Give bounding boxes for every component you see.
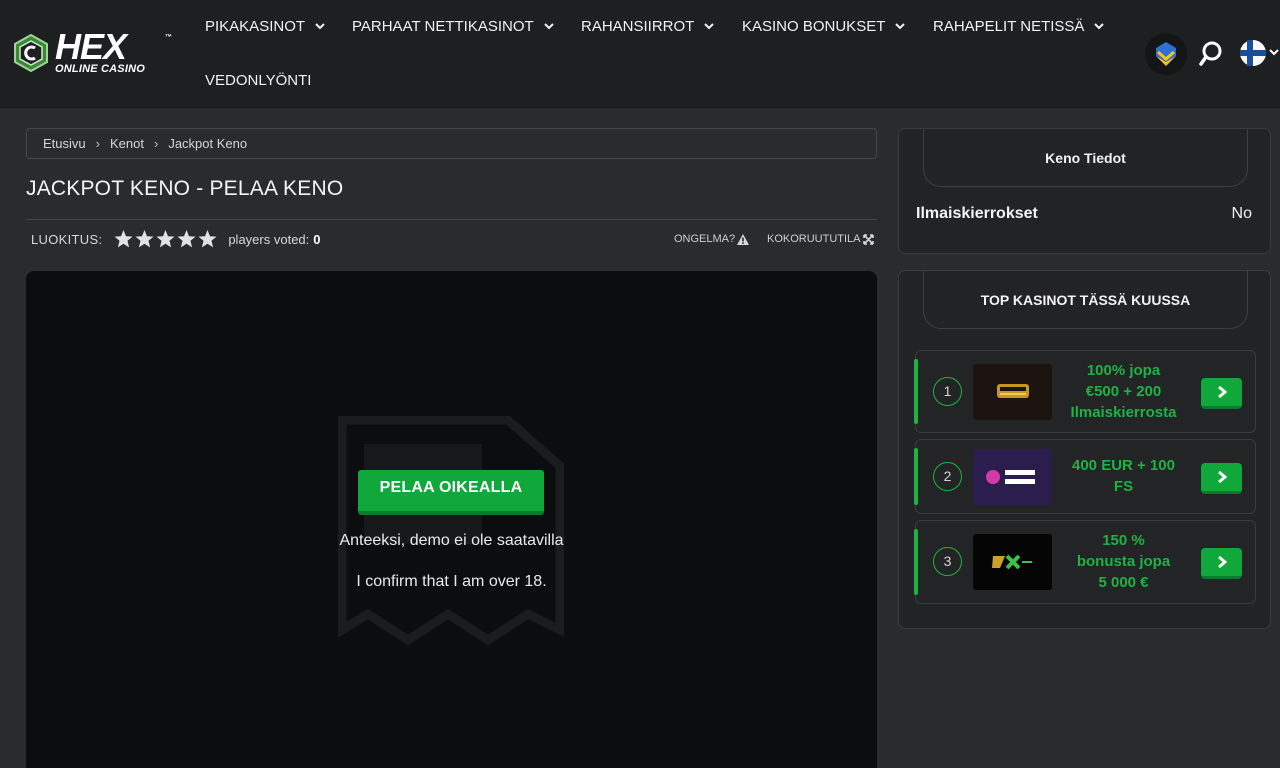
site-logo[interactable]: HEX ™ ONLINE CASINO xyxy=(13,26,178,76)
star-icon[interactable] xyxy=(197,229,218,249)
logo-wordmark: HEX xyxy=(55,26,127,67)
casino-row[interactable]: 2 400 EUR + 100 FS xyxy=(914,439,1256,514)
title-divider xyxy=(26,219,877,220)
warning-icon xyxy=(737,233,750,245)
rx-casino-logo[interactable] xyxy=(973,534,1052,590)
row-accent xyxy=(914,448,918,505)
rating-label: LUOKITUS: xyxy=(31,231,103,247)
bonus-line: bonusta jopa xyxy=(1076,553,1171,570)
casino-rank: 3 xyxy=(933,547,962,576)
hex-logo-icon xyxy=(14,34,48,72)
fullscreen-label: KOKORUUTUTILA xyxy=(767,233,861,245)
casino-rank: 1 xyxy=(933,377,962,406)
breadcrumb-separator: › xyxy=(153,136,159,151)
fullscreen-link[interactable]: KOKORUUTUTILA xyxy=(767,233,874,245)
players-voted-label: players voted: xyxy=(228,231,310,247)
page-title: JACKPOT KENO - PELAA KENO xyxy=(26,177,344,200)
nav-item-label: RAHAPELIT NETISSÄ xyxy=(933,18,1085,35)
breadcrumb-home[interactable]: Etusivu xyxy=(43,136,86,151)
row-accent xyxy=(914,359,918,424)
nav-item-rahapelit-netissa[interactable]: RAHAPELIT NETISSÄ xyxy=(933,18,1105,35)
report-problem-label: ONGELMA? xyxy=(674,233,736,245)
bonus-line: €500 + 200 xyxy=(1085,383,1162,400)
rating-row: LUOKITUS: players voted: 0 xyxy=(31,229,321,249)
finland-flag-icon[interactable] xyxy=(1238,38,1280,68)
bonus-line: Ilmaiskierrosta xyxy=(1070,404,1177,421)
nav-item-label: RAHANSIIRROT xyxy=(581,18,695,35)
nav-item-vedonlyonti[interactable]: VEDONLYÖNTI xyxy=(205,72,311,89)
chevron-down-icon xyxy=(895,23,906,30)
chevron-right-icon xyxy=(1217,555,1227,569)
bonus-line: 5 000 € xyxy=(1098,574,1149,591)
star-icon[interactable] xyxy=(155,229,176,249)
chevron-down-icon xyxy=(543,23,554,30)
info-key: Ilmaiskierrokset xyxy=(916,205,1038,222)
casino-bonus: 400 EUR + 100 FS xyxy=(1061,455,1186,497)
top-casinos-panel: TOP KASINOT TÄSSÄ KUUSSA 1 100% jopa €50… xyxy=(898,270,1271,629)
keno-info-panel: Keno Tiedot Ilmaiskierrokset No xyxy=(898,128,1271,254)
top-casinos-title: TOP KASINOT TÄSSÄ KUUSSA xyxy=(923,271,1248,329)
nav-item-rahansiirrot[interactable]: RAHANSIIRROT xyxy=(581,18,715,35)
nav-item-parhaat-nettikasinot[interactable]: PARHAAT NETTIKASINOT xyxy=(352,18,554,35)
casino-row[interactable]: 1 100% jopa €500 + 200 Ilmaiskierrosta xyxy=(914,350,1256,433)
game-frame: PELAA OIKEALLA Anteeksi, demo ei ole saa… xyxy=(26,271,877,768)
breadcrumb: Etusivu › Kenot › Jackpot Keno xyxy=(26,128,877,159)
casino-bonus: 150 % bonusta jopa 5 000 € xyxy=(1061,530,1186,593)
expand-icon xyxy=(862,233,874,245)
site-header: HEX ™ ONLINE CASINO PIKAKASINOT PARHAAT … xyxy=(0,0,1280,108)
go-to-casino-button[interactable] xyxy=(1201,463,1242,494)
bonus-line: 100% jopa xyxy=(1086,362,1161,379)
bonus-line: 150 % xyxy=(1102,532,1145,549)
nav-item-kasino-bonukset[interactable]: KASINO BONUKSET xyxy=(742,18,906,35)
star-icon[interactable] xyxy=(134,229,155,249)
age-confirmation-text[interactable]: I confirm that I am over 18. xyxy=(26,573,877,591)
nav-item-label: KASINO BONUKSET xyxy=(742,18,886,35)
breadcrumb-separator: › xyxy=(95,136,100,151)
breadcrumb-kenot[interactable]: Kenot xyxy=(110,136,144,151)
chevron-down-icon xyxy=(315,23,325,30)
go-to-casino-button[interactable] xyxy=(1201,548,1242,579)
info-value: No xyxy=(1231,205,1252,222)
casino-bonus: 100% jopa €500 + 200 Ilmaiskierrosta xyxy=(1061,360,1186,423)
chevron-down-icon xyxy=(704,23,715,30)
logo-tagline: ONLINE CASINO xyxy=(55,63,145,75)
keno-info-title: Keno Tiedot xyxy=(923,129,1248,187)
win-spirit-logo[interactable] xyxy=(973,449,1052,505)
nav-item-label: PARHAAT NETTIKASINOT xyxy=(352,18,534,35)
row-accent xyxy=(914,529,918,595)
nav-item-label: PIKAKASINOT xyxy=(205,18,306,35)
nav-item-label: VEDONLYÖNTI xyxy=(205,72,312,89)
logo-trademark: ™ xyxy=(165,34,172,41)
breadcrumb-current: Jackpot Keno xyxy=(168,136,248,151)
search-icon[interactable] xyxy=(1198,39,1224,67)
demo-unavailable-message: Anteeksi, demo ei ole saatavilla xyxy=(339,532,564,549)
star-rating[interactable] xyxy=(113,229,218,249)
players-voted-count: 0 xyxy=(313,231,321,247)
fat-pirate-logo[interactable] xyxy=(973,364,1052,420)
chevron-down-icon xyxy=(1094,23,1105,30)
support-ukraine-icon[interactable] xyxy=(1144,32,1188,76)
report-problem-link[interactable]: ONGELMA? xyxy=(674,233,750,245)
bonus-line: FS xyxy=(1113,478,1134,495)
bonus-line: 400 EUR + 100 xyxy=(1072,457,1175,474)
star-icon[interactable] xyxy=(113,229,134,249)
chevron-right-icon xyxy=(1217,470,1227,484)
info-row-free-spins: Ilmaiskierrokset No xyxy=(916,205,1252,223)
nav-item-pikakasinot[interactable]: PIKAKASINOT xyxy=(205,18,325,35)
go-to-casino-button[interactable] xyxy=(1201,378,1242,409)
star-icon[interactable] xyxy=(176,229,197,249)
casino-rank: 2 xyxy=(933,462,962,491)
chevron-right-icon xyxy=(1217,385,1227,399)
casino-row[interactable]: 3 150 % bonusta jopa 5 000 € xyxy=(914,520,1256,604)
play-real-money-button[interactable]: PELAA OIKEALLA xyxy=(358,470,544,515)
